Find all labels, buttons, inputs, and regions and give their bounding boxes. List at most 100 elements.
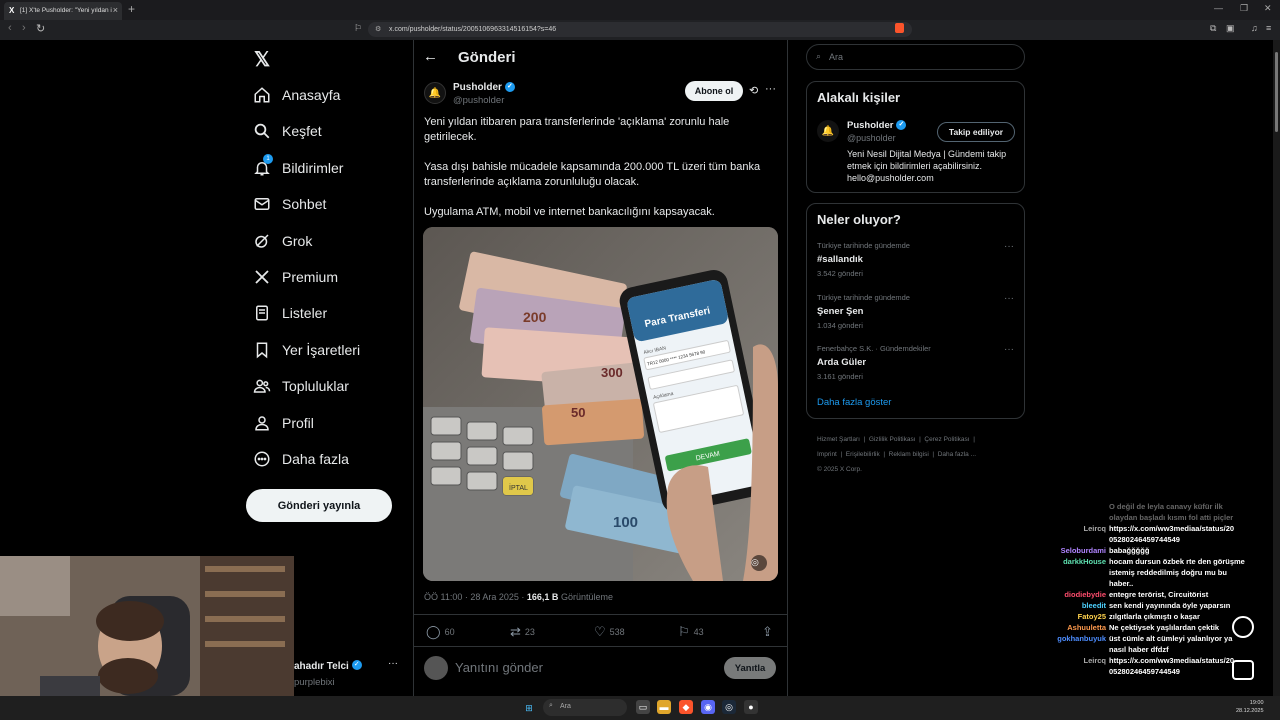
stream-chat-overlay: O değil de leyla canavy küfür ilk olaydan… (1040, 501, 1280, 677)
reload-icon[interactable]: ↻ (36, 22, 45, 35)
grok-image-icon[interactable]: ◎ (751, 557, 759, 568)
retweet-count: 23 (524, 627, 535, 637)
wallet-icon[interactable]: ▣ (1226, 23, 1235, 34)
chat-message: darkkHouse hocam dursun özbek rte den gör… (1040, 556, 1280, 567)
more-options-icon[interactable]: ··· (388, 658, 398, 669)
show-more-link[interactable]: Daha fazla göster (817, 397, 891, 408)
grok-action-icon[interactable]: ⟲ (749, 84, 758, 97)
following-button[interactable]: Takip ediliyor (937, 122, 1015, 142)
author-name-row[interactable]: Pusholder ✓ (453, 82, 515, 93)
post-button[interactable]: Gönderi yayınla (246, 489, 392, 522)
like-action[interactable]: ♡ 538 (594, 624, 625, 640)
close-window-icon[interactable]: ✕ (1264, 3, 1272, 14)
user-avatar[interactable] (424, 656, 448, 680)
menu-icon[interactable]: ≡ (1266, 23, 1271, 33)
trend-item[interactable]: Fenerbahçe S.K. · Gündemdekiler Arda Güle… (817, 344, 1017, 381)
person-handle: @pusholder (847, 133, 896, 143)
discord-icon[interactable]: ◉ (701, 700, 715, 714)
taskbar-search[interactable]: ⌕ Ara (543, 699, 627, 716)
bookmark-icon: ⚐ (678, 624, 690, 639)
brave-shield-icon[interactable] (895, 23, 904, 33)
bookmark-count: 43 (693, 627, 704, 637)
svg-text:300: 300 (601, 365, 623, 380)
nav-item[interactable]: Profil (250, 406, 400, 440)
reply-input[interactable]: Yanıtını gönder (455, 660, 543, 675)
brave-browser-icon[interactable]: ◆ (679, 700, 693, 714)
more-options-icon[interactable]: ··· (1004, 293, 1014, 304)
new-tab-icon[interactable]: + (128, 2, 135, 16)
verified-badge-icon: ✓ (504, 82, 515, 93)
trend-item[interactable]: Türkiye tarihinde gündemde Şener Şen 1.034… (817, 293, 1017, 330)
forward-nav-icon[interactable]: › (22, 22, 26, 34)
trend-item[interactable]: Türkiye tarihinde gündemde #sallandık 3.54… (817, 241, 1017, 278)
x-logo-icon[interactable]: 𝕏 (252, 47, 272, 72)
footer-link[interactable]: Çerez Politikası (924, 436, 969, 443)
tweet-image[interactable]: İPTAL 200 300 50 100 Para Transferi Alıc… (423, 227, 778, 581)
footer-link[interactable]: Imprint (817, 451, 837, 458)
tweet-paragraph: Yasa dışı bahisle mücadele kapsamında 20… (424, 161, 761, 188)
nav-item[interactable]: Premium (250, 260, 400, 294)
chat-username: Ashuuletta (1067, 623, 1106, 632)
nav-item[interactable]: Topluluklar (250, 369, 400, 403)
retweet-action[interactable]: ⇄ 23 (510, 624, 535, 640)
close-tab-icon[interactable]: × (113, 5, 118, 15)
emote-icon (1232, 660, 1254, 680)
person-avatar[interactable]: 🔔 (817, 120, 839, 142)
footer-link[interactable]: Reklam bilgisi (889, 451, 929, 458)
column-divider (413, 40, 414, 696)
divider (413, 646, 787, 647)
reply-button[interactable]: Yanıtla (724, 657, 776, 679)
bookmark-icon (252, 340, 272, 360)
nav-item[interactable]: Keşfet (250, 114, 400, 148)
share-action[interactable]: ⇪ (762, 624, 773, 640)
search-input[interactable]: ⌕ Ara (806, 44, 1025, 70)
file-explorer-icon[interactable]: ▬ (657, 700, 671, 714)
steam-icon[interactable]: ◎ (722, 700, 736, 714)
trend-context: Fenerbahçe S.K. · Gündemdekiler (817, 344, 931, 353)
minimize-icon[interactable]: — (1214, 3, 1223, 13)
person-name-row[interactable]: Pusholder ✓ (847, 120, 907, 131)
chat-text: nasıl haber dfdzf (1109, 645, 1169, 654)
author-avatar[interactable]: 🔔 (424, 82, 446, 104)
nav-item[interactable]: 1 Bildirimler (250, 151, 400, 185)
footer-link[interactable]: Gizlilik Politikası (869, 436, 916, 443)
chat-message: Seloburdami babağğğğğ (1040, 545, 1280, 556)
maximize-icon[interactable]: ❐ (1240, 3, 1248, 14)
nav-item[interactable]: Daha fazla (250, 442, 400, 476)
site-info-icon[interactable]: ⚙ (375, 25, 381, 33)
page-scrollbar[interactable] (1273, 40, 1280, 696)
back-arrow-icon[interactable]: ← (423, 48, 438, 65)
footer-link[interactable]: Erişilebilirlik (846, 451, 880, 458)
system-clock[interactable]: 19:00 28.12.2025 (1236, 699, 1264, 715)
footer-link[interactable]: Hizmet Şartları (817, 436, 860, 443)
address-bar[interactable]: ⚙ x.com/pusholder/status/200510696331451… (368, 22, 912, 37)
bookmark-page-icon[interactable]: ⚐ (354, 23, 362, 34)
clock-time: 19:00 (1249, 700, 1264, 706)
scrollbar-thumb[interactable] (1275, 52, 1278, 132)
nav-item[interactable]: Sohbet (250, 187, 400, 221)
obs-icon[interactable]: ● (744, 700, 758, 714)
media-icon[interactable]: ♫ (1251, 23, 1258, 33)
nav-item[interactable]: Anasayfa (250, 78, 400, 112)
task-view-icon[interactable]: ▭ (636, 700, 650, 714)
nav-item[interactable]: Listeler (250, 296, 400, 330)
more-options-icon[interactable]: ··· (1004, 344, 1014, 355)
reply-action[interactable]: ◯ 60 (426, 624, 455, 640)
nav-item[interactable]: Yer İşaretleri (250, 333, 400, 367)
windows-start-icon[interactable]: ⊞ (522, 701, 536, 715)
page-title: Gönderi (458, 49, 516, 66)
account-switcher[interactable]: ahadır Telci ✓ purplebixi ··· (294, 656, 404, 688)
nav-item[interactable]: Grok (250, 224, 400, 258)
more-options-icon[interactable]: ··· (1004, 241, 1014, 252)
footer-link[interactable]: Daha fazla ... (938, 451, 976, 458)
people-icon (252, 376, 272, 396)
extensions-icon[interactable]: ⧉ (1210, 23, 1216, 34)
subscribe-button[interactable]: Abone ol (685, 81, 743, 101)
author-handle: @pusholder (453, 95, 505, 106)
back-nav-icon[interactable]: ‹ (8, 22, 12, 34)
account-handle: purplebixi (294, 677, 335, 688)
bookmark-action[interactable]: ⚐ 43 (678, 624, 704, 640)
atm-key-label: İPTAL (509, 483, 528, 492)
browser-tab[interactable]: X [1] X'te Pusholder: "Yeni yıldan i × (4, 2, 122, 20)
more-options-icon[interactable]: ··· (765, 83, 776, 95)
